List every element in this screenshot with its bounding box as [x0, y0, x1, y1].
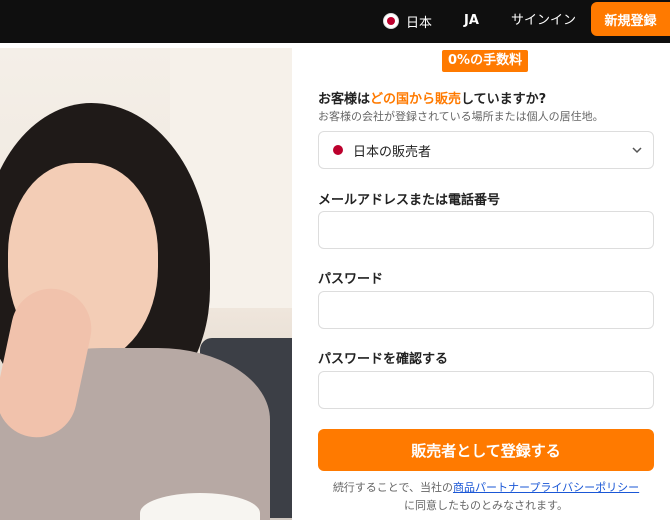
password-field[interactable] [318, 291, 654, 329]
top-navigation-bar: 日本 JA サインイン 新規登録 [0, 0, 670, 43]
zero-fee-badge: 0%の手数料 [442, 50, 529, 72]
email-label: メールアドレスまたは電話番号 [318, 193, 501, 208]
email-field[interactable] [318, 211, 654, 249]
register-seller-button[interactable]: 販売者として登録する [318, 429, 654, 471]
legal-notice: 続行することで、当社の商品パートナープライバシーポリシー に同意したものとみなさ… [318, 479, 654, 515]
language-selector[interactable]: JA [464, 11, 479, 31]
confirm-password-label: パスワードを確認する [318, 352, 449, 367]
country-question-subtitle: お客様の会社が登録されている場所または個人の居住地。 [318, 110, 604, 123]
legal-prefix: 続行することで、当社の [332, 481, 454, 494]
region-selector[interactable]: 日本 [383, 11, 432, 31]
question-highlight: どの国から販売 [370, 92, 462, 107]
japan-flag-icon [383, 13, 399, 29]
question-part2: していますか? [461, 92, 547, 107]
password-label: パスワード [318, 272, 384, 287]
privacy-policy-link[interactable]: 商品パートナープライバシーポリシー [453, 481, 639, 494]
country-select-value: 日本の販売者 [353, 144, 432, 160]
confirm-password-field[interactable] [318, 371, 654, 409]
japan-flag-icon [333, 145, 343, 155]
signin-link[interactable]: サインイン [511, 11, 576, 31]
hero-photo [0, 48, 292, 520]
question-part1: お客様は [318, 92, 371, 107]
region-label: 日本 [406, 15, 433, 31]
signup-button[interactable]: 新規登録 [591, 2, 670, 36]
country-select[interactable]: 日本の販売者 [318, 131, 654, 169]
legal-suffix: に同意したものとみなされます。 [404, 499, 568, 512]
country-question: お客様はどの国から販売していますか? [318, 88, 546, 107]
chevron-down-icon [632, 147, 642, 154]
